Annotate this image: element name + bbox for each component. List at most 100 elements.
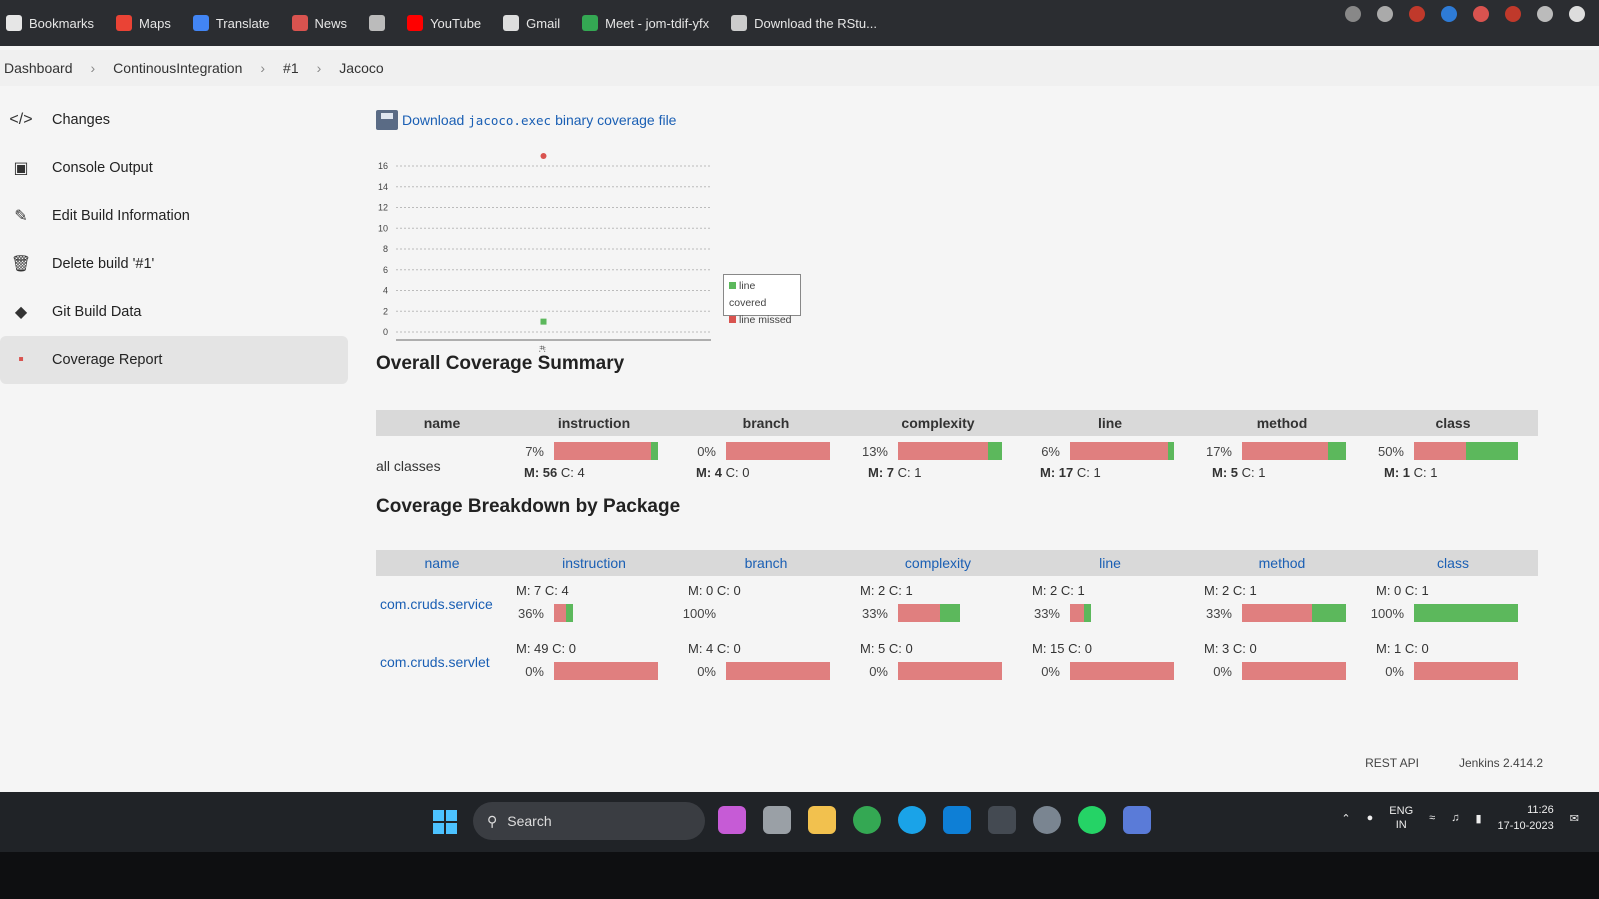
share-icon[interactable]	[1345, 6, 1361, 22]
sidebar-item-git-build-data[interactable]: ◆ Git Build Data	[0, 288, 348, 336]
settings-icon[interactable]	[1033, 806, 1061, 834]
language-indicator[interactable]: ENG IN	[1389, 804, 1413, 832]
download-coverage-link[interactable]: Download jacoco.exec binary coverage fil…	[376, 110, 1546, 130]
missed-covered-counts: M: 15 C: 0	[1024, 638, 1196, 660]
lang-top: ENG	[1389, 805, 1414, 817]
bookmark-item[interactable]	[369, 15, 386, 31]
column-header-branch[interactable]: branch	[680, 555, 852, 571]
copilot-icon[interactable]	[718, 806, 746, 834]
coverage-percent: 0%	[1041, 663, 1060, 679]
taskbar-search-label: Search	[507, 813, 552, 829]
notification-icon[interactable]: ✉	[1570, 812, 1579, 825]
missed-covered-counts: M: 2 C: 1	[852, 580, 1024, 602]
news-icon	[291, 15, 308, 31]
column-header-method[interactable]: method	[1196, 555, 1368, 571]
lang-bottom: IN	[1395, 819, 1407, 831]
coverage-cell: M: 3 C: 0 0%	[1196, 634, 1368, 682]
covered-count: C: 1	[1060, 583, 1085, 598]
rest-api-link[interactable]: REST API	[1365, 756, 1419, 770]
bar-missed	[1414, 442, 1466, 460]
coverage-report-icon: ▪	[18, 351, 24, 368]
covered-count: C: 1	[1076, 465, 1101, 480]
bookmark-item[interactable]: Bookmarks	[6, 15, 94, 31]
download-link-suffix[interactable]: binary coverage file	[555, 112, 676, 128]
column-header-line[interactable]: line	[1024, 555, 1196, 571]
breadcrumb-separator-icon: ›	[90, 60, 96, 76]
column-header-name[interactable]: name	[376, 555, 508, 571]
breadcrumb-item[interactable]: Dashboard	[0, 60, 77, 76]
bar-missed	[554, 604, 566, 622]
missed-covered-counts: M: 0 C: 0	[680, 580, 852, 602]
chrome-icon[interactable]	[853, 806, 881, 834]
coverage-cell: 13% M: 7 C: 1	[852, 436, 1024, 484]
terminal-app-icon[interactable]	[988, 806, 1016, 834]
column-header-class[interactable]: class	[1368, 555, 1538, 571]
task-view-icon[interactable]	[763, 806, 791, 834]
microphone-icon[interactable]: ●	[1367, 812, 1374, 824]
file-explorer-icon[interactable]	[808, 806, 836, 834]
shield-icon[interactable]	[1409, 6, 1425, 22]
bar-missed	[554, 442, 651, 460]
coverage-bar-line: 6%	[1024, 440, 1196, 462]
column-header-line: line	[1097, 415, 1123, 431]
package-link[interactable]: com.cruds.servlet	[376, 634, 508, 670]
column-header-instruction[interactable]: instruction	[508, 555, 680, 571]
bar-missed	[726, 662, 830, 680]
windows-start-icon[interactable]	[433, 810, 457, 834]
edge-icon[interactable]	[898, 806, 926, 834]
coverage-bar-line: 0%	[680, 660, 852, 682]
column-header-complexity: complexity	[901, 415, 975, 431]
profile-avatar-icon[interactable]	[1569, 6, 1585, 22]
missed-covered-counts: M: 5 C: 0	[852, 638, 1024, 660]
breadcrumb-item[interactable]: #1	[279, 60, 303, 76]
sidebar-item-delete-build-1[interactable]: 🗑 Delete build '#1'	[0, 240, 348, 288]
bookmark-item[interactable]: Maps	[116, 15, 171, 31]
coverage-bar	[1070, 662, 1174, 680]
bar-missed	[1242, 662, 1346, 680]
sidebar-item-changes[interactable]: </> Changes	[0, 96, 348, 144]
app-icon[interactable]	[1123, 806, 1151, 834]
sidebar-item-coverage-report[interactable]: ▪ Coverage Report	[0, 336, 348, 384]
bar-missed	[1070, 662, 1174, 680]
package-link[interactable]: com.cruds.service	[376, 576, 508, 612]
volume-icon[interactable]: ♫	[1451, 812, 1459, 824]
coverage-percent: 6%	[1041, 443, 1060, 459]
covered-count: C: 0	[716, 641, 741, 656]
bookmark-item[interactable]: YouTube	[407, 15, 481, 31]
missed-count: M: 2	[860, 583, 886, 598]
whatsapp-icon[interactable]	[1078, 806, 1106, 834]
clock[interactable]: 11:26 17-10-2023	[1498, 802, 1554, 834]
extension-icon[interactable]	[1473, 6, 1489, 22]
bookmark-item[interactable]: Gmail	[503, 15, 560, 31]
taskbar-search[interactable]: ⚲ Search	[473, 802, 705, 840]
bookmark-item[interactable]: Meet - jom-tdif-yfx	[582, 15, 709, 31]
sidebar-item-edit-build-information[interactable]: ✎ Edit Build Information	[0, 192, 348, 240]
bookmark-item[interactable]: News	[291, 15, 347, 31]
overall-summary-table: name instruction branch complexity line metho…	[376, 410, 1538, 496]
battery-icon[interactable]: ▮	[1475, 812, 1481, 825]
download-link-filename[interactable]: jacoco.exec	[468, 113, 551, 128]
download-link-prefix[interactable]: Download	[402, 112, 464, 128]
coverage-cell: M: 5 C: 0 0%	[852, 634, 1024, 682]
y-tick-label: 14	[378, 182, 388, 192]
breadcrumb-item[interactable]: ContinousIntegration	[109, 60, 246, 76]
bookmarks-bar: Bookmarks Maps Translate News YouTube Gmail Me…	[0, 0, 1599, 46]
column-header-complexity[interactable]: complexity	[852, 555, 1024, 571]
breadcrumb-item[interactable]: Jacoco	[335, 60, 387, 76]
sidebar-item-console-output[interactable]: ▣ Console Output	[0, 144, 348, 192]
extension-icon[interactable]	[1441, 6, 1457, 22]
youtube-icon	[407, 15, 424, 31]
puzzle-icon[interactable]	[1505, 6, 1521, 22]
vscode-icon[interactable]	[943, 806, 971, 834]
bar-covered	[1466, 442, 1518, 460]
main-content: Download jacoco.exec binary coverage fil…	[376, 110, 1546, 680]
sidepanel-icon[interactable]	[1537, 6, 1553, 22]
chevron-up-icon[interactable]: ⌃	[1341, 812, 1350, 825]
jenkins-version[interactable]: Jenkins 2.414.2	[1459, 756, 1543, 770]
y-tick-label: 0	[383, 327, 388, 337]
star-icon[interactable]	[1377, 6, 1393, 22]
bookmark-item[interactable]: Translate	[192, 15, 270, 31]
bookmark-item[interactable]: Download the RStu...	[731, 15, 877, 31]
wifi-icon[interactable]: ≈	[1429, 812, 1435, 824]
missed-covered-counts: M: 5 C: 1	[1196, 462, 1368, 484]
